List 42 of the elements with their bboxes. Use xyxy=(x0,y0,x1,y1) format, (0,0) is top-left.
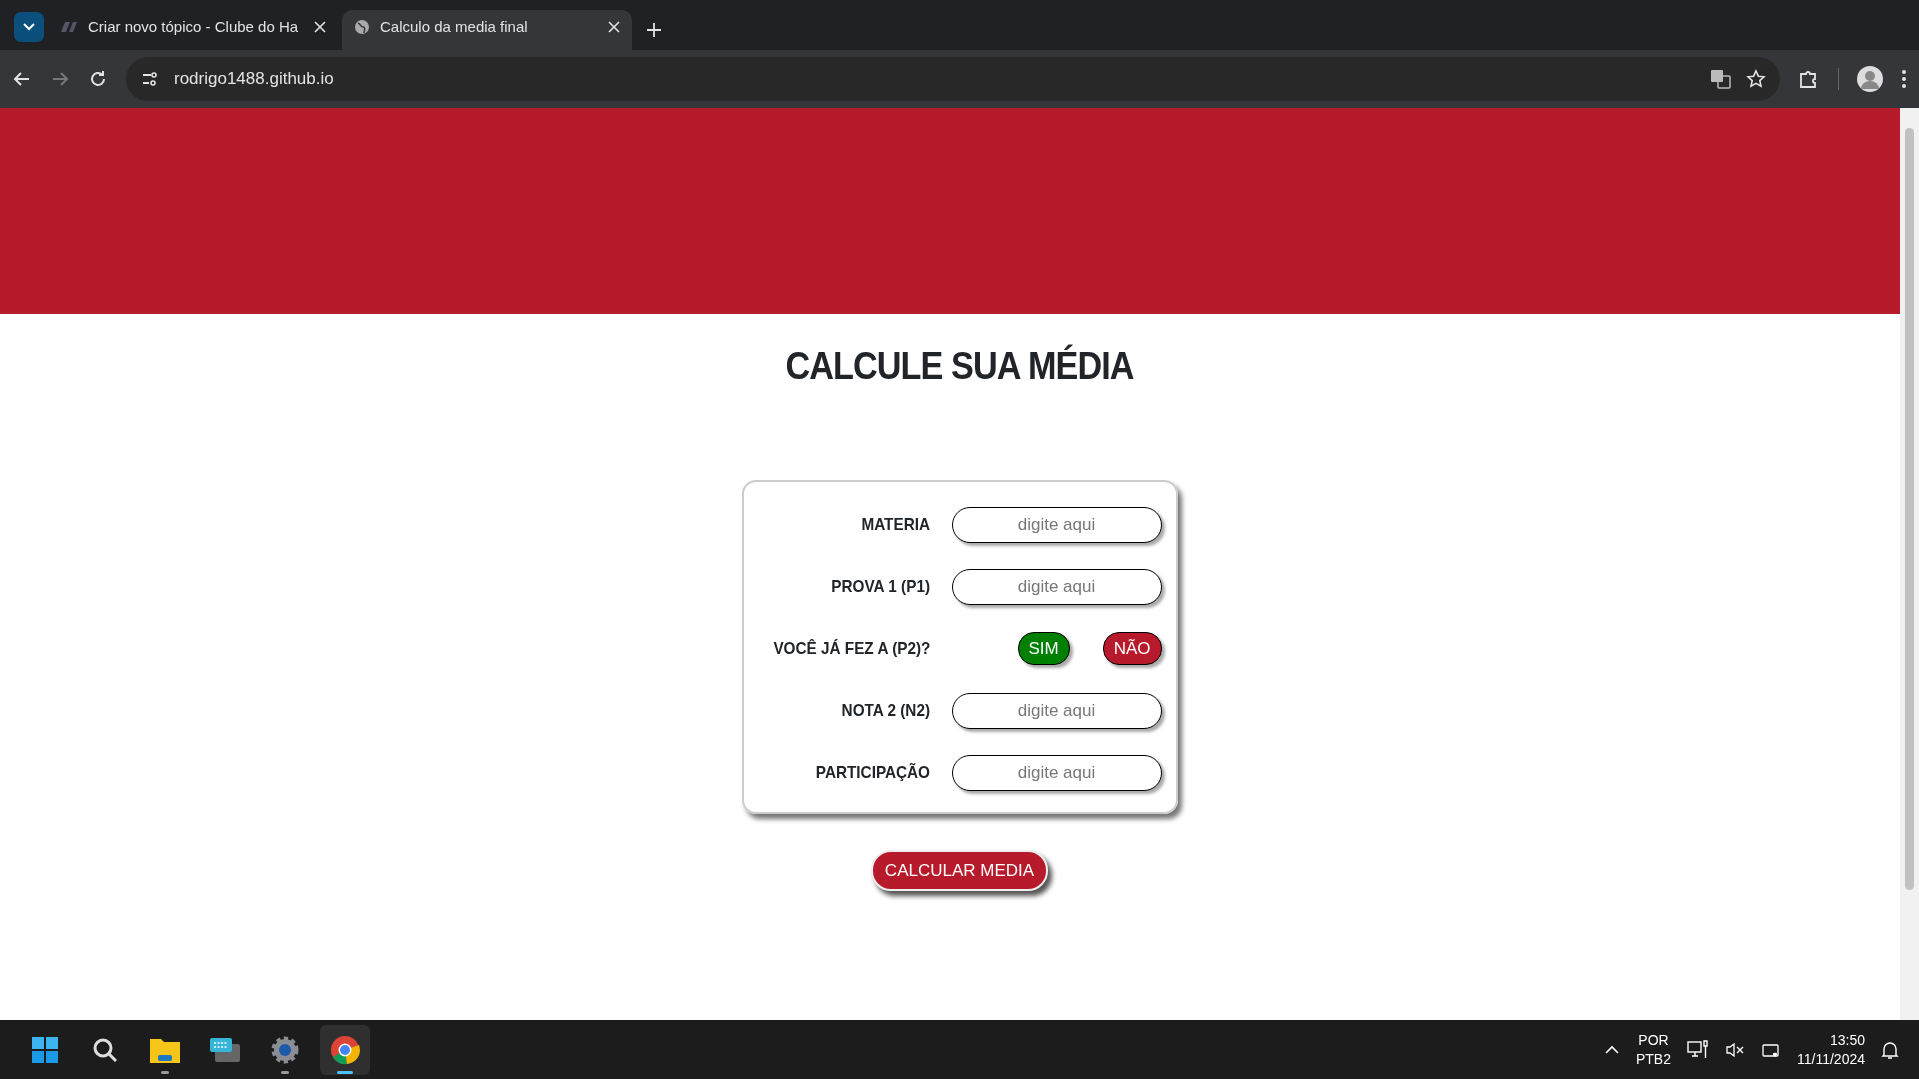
chevron-up-icon[interactable] xyxy=(1604,1044,1620,1055)
choice-button[interactable]: SIM xyxy=(1017,631,1070,666)
keyboard-layout-text[interactable]: PTB2 xyxy=(1636,1049,1671,1068)
field-label: PROVA 1 (P1) xyxy=(829,575,930,598)
input-field[interactable]: digite aqui xyxy=(951,568,1162,605)
input-field[interactable]: digite aqui xyxy=(951,506,1162,543)
keyboard-app-icon[interactable] xyxy=(209,1035,241,1064)
page-heading: CALCULE SUA MÉDIA xyxy=(784,344,1135,389)
browser-tab[interactable]: Criar novo tópico - Clube do Ha xyxy=(48,10,338,50)
menu-icon[interactable] xyxy=(1901,69,1907,89)
clock-time[interactable]: 13:50 xyxy=(1797,1031,1865,1050)
site-settings-icon[interactable] xyxy=(140,69,160,89)
input-field[interactable]: digite aqui xyxy=(951,692,1162,729)
network-icon[interactable] xyxy=(1687,1038,1709,1061)
avatar-icon[interactable] xyxy=(1857,66,1883,92)
field-label: NOTA 2 (N2) xyxy=(840,699,930,722)
translate-icon[interactable] xyxy=(1710,68,1732,90)
field-label: MATERIA xyxy=(859,513,930,536)
windows-logo-icon[interactable] xyxy=(31,1035,59,1064)
field-label: PARTICIPAÇÃO xyxy=(814,761,930,784)
scrollbar[interactable] xyxy=(1900,108,1919,1020)
choice-button[interactable]: NÃO xyxy=(1102,631,1162,666)
field-label: VOCÊ JÁ FEZ A (P2)? xyxy=(772,637,930,660)
new-tab-icon[interactable] xyxy=(646,22,662,38)
site-logo-icon xyxy=(60,21,78,33)
clock-date[interactable]: 11/11/2024 xyxy=(1797,1049,1865,1068)
close-icon[interactable] xyxy=(608,21,620,33)
globe-icon xyxy=(354,19,370,35)
tab-list-icon[interactable] xyxy=(14,12,44,42)
language-text[interactable]: POR xyxy=(1636,1031,1671,1050)
muted-speaker-icon[interactable] xyxy=(1725,1041,1745,1058)
address-bar[interactable]: rodrigo1488.github.io xyxy=(126,57,1780,101)
url-text: rodrigo1488.github.io xyxy=(174,68,335,91)
chrome-icon[interactable] xyxy=(330,1034,360,1065)
reload-icon[interactable] xyxy=(88,69,108,89)
gear-icon[interactable] xyxy=(270,1034,300,1065)
bell-icon[interactable] xyxy=(1881,1039,1899,1060)
star-icon[interactable] xyxy=(1746,69,1766,89)
browser-tab[interactable]: Calculo da media final xyxy=(342,10,632,50)
calculate-button[interactable]: CALCULAR MEDIA xyxy=(870,849,1049,892)
close-icon[interactable] xyxy=(314,21,326,33)
input-field[interactable]: digite aqui xyxy=(951,754,1162,791)
